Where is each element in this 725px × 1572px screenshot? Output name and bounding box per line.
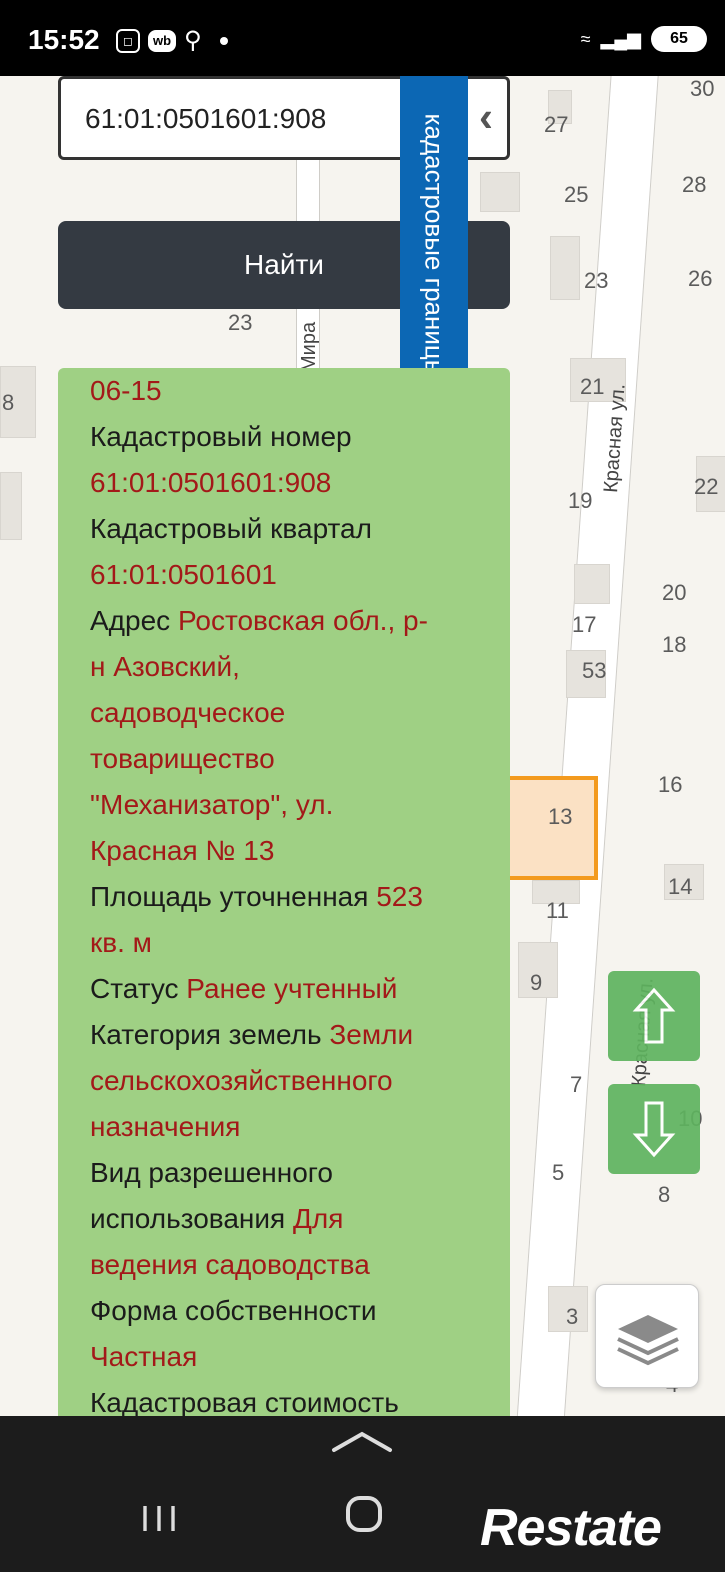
chevron-left-icon[interactable]: ‹ bbox=[479, 93, 493, 141]
house-number: 53 bbox=[582, 658, 607, 683]
area-label: Площадь уточненная bbox=[90, 881, 369, 912]
recent-apps-button[interactable]: III bbox=[140, 1498, 182, 1540]
status-right: ≈ ▂▄▆ 65 bbox=[581, 26, 707, 52]
area-value: 523 bbox=[376, 881, 423, 912]
status-bar: 15:52 ◻ wb ⚲ ≈ ▂▄▆ 65 bbox=[0, 0, 725, 76]
map-layers-button[interactable] bbox=[595, 1284, 699, 1388]
house-number: 23 bbox=[584, 268, 609, 293]
cost-label: Кадастровая стоимость bbox=[90, 1387, 399, 1416]
house-number: 11 bbox=[546, 898, 569, 923]
signal-icon: ▂▄▆ bbox=[600, 28, 641, 49]
home-button[interactable] bbox=[346, 1496, 382, 1532]
arrow-down-icon bbox=[632, 1101, 676, 1158]
house-number: 22 bbox=[694, 474, 719, 499]
house-number: 16 bbox=[658, 772, 683, 797]
status-notification-icons: ◻ wb ⚲ bbox=[116, 26, 228, 55]
status-value: Ранее учтенный bbox=[186, 973, 398, 1004]
cad-quarter-value: 61:01:0501601 bbox=[90, 559, 277, 590]
system-navigation-bar: III Restate bbox=[0, 1416, 725, 1572]
address-value-5: "Механизатор", ул. bbox=[90, 789, 334, 820]
use-label-2: использования bbox=[90, 1203, 286, 1234]
house-number: 8 bbox=[658, 1182, 671, 1207]
ownership-label: Форма собственности bbox=[90, 1295, 377, 1326]
building bbox=[574, 564, 610, 604]
parcel-info-panel[interactable]: 06-15 Кадастровый номер 61:01:0501601:90… bbox=[58, 368, 510, 1416]
status-time: 15:52 bbox=[28, 24, 100, 55]
use-label-1: Вид разрешенного bbox=[90, 1157, 333, 1188]
house-number: 8 bbox=[2, 390, 15, 415]
category-value-2: сельскохозяйственного bbox=[90, 1065, 393, 1096]
cadastral-borders-label: кадастровые границы bbox=[419, 113, 450, 379]
wifi-icon: ≈ bbox=[580, 28, 591, 49]
house-number: 27 bbox=[544, 112, 569, 137]
layers-icon bbox=[617, 1315, 679, 1366]
house-number: 3 bbox=[566, 1304, 579, 1329]
ownership-value: Частная bbox=[90, 1341, 198, 1372]
parcel-number: 13 bbox=[548, 804, 573, 829]
scroll-down-button[interactable] bbox=[608, 1084, 700, 1174]
house-number: 28 bbox=[682, 172, 707, 197]
category-value-1: Земли bbox=[329, 1019, 414, 1050]
status-label: Статус bbox=[90, 973, 179, 1004]
house-number: 18 bbox=[662, 632, 687, 657]
house-number: 26 bbox=[688, 266, 713, 291]
date-value: 06-15 bbox=[90, 375, 162, 406]
wb-app-icon: wb bbox=[148, 29, 176, 52]
house-number: 25 bbox=[564, 182, 589, 207]
house-number: 23 bbox=[228, 310, 253, 335]
category-value-3: назначения bbox=[90, 1111, 241, 1142]
map-view[interactable]: 30 27 28 25 23 26 23 21 8 19 22 20 17 18… bbox=[0, 76, 725, 1416]
use-value-1: Для bbox=[292, 1203, 344, 1234]
address-value-4: товарищество bbox=[90, 743, 275, 774]
arrow-up-icon bbox=[632, 987, 676, 1044]
scroll-up-button[interactable] bbox=[608, 971, 700, 1061]
house-number: 21 bbox=[580, 374, 605, 399]
more-notifications-dot bbox=[219, 36, 228, 45]
cad-number-value: 61:01:0501601:908 bbox=[90, 467, 332, 498]
house-number: 5 bbox=[552, 1160, 565, 1185]
building bbox=[550, 236, 580, 300]
address-value-2: н Азовский, bbox=[90, 651, 240, 682]
house-number: 20 bbox=[662, 580, 687, 605]
cadastral-borders-tab[interactable]: кадастровые границы bbox=[400, 76, 468, 416]
street-label-mira: Мира bbox=[298, 321, 320, 372]
use-value-2: ведения садоводства bbox=[90, 1249, 370, 1280]
building bbox=[480, 172, 520, 212]
house-number: 30 bbox=[690, 76, 715, 101]
house-number: 17 bbox=[572, 612, 597, 637]
screenshot-icon: ◻ bbox=[116, 28, 140, 53]
address-value-6: Красная № 13 bbox=[90, 835, 275, 866]
restate-watermark: Restate bbox=[480, 1499, 662, 1557]
house-number: 9 bbox=[530, 970, 543, 995]
address-value-3: садоводческое bbox=[90, 697, 286, 728]
house-number: 7 bbox=[570, 1072, 583, 1097]
cad-number-label: Кадастровый номер bbox=[90, 421, 352, 452]
house-number: 19 bbox=[568, 488, 593, 513]
address-label: Адрес bbox=[90, 605, 171, 636]
chevron-up-icon[interactable] bbox=[330, 1428, 394, 1454]
category-label: Категория земель bbox=[90, 1019, 322, 1050]
area-unit: кв. м bbox=[90, 927, 152, 958]
search-icon: ⚲ bbox=[184, 27, 202, 54]
cad-quarter-label: Кадастровый квартал bbox=[90, 513, 372, 544]
cadastral-search-input[interactable] bbox=[85, 97, 415, 141]
address-value-1: Ростовская обл., р- bbox=[177, 605, 428, 636]
battery-indicator: 65 bbox=[651, 26, 707, 52]
house-number: 14 bbox=[668, 874, 693, 899]
building bbox=[0, 472, 22, 540]
